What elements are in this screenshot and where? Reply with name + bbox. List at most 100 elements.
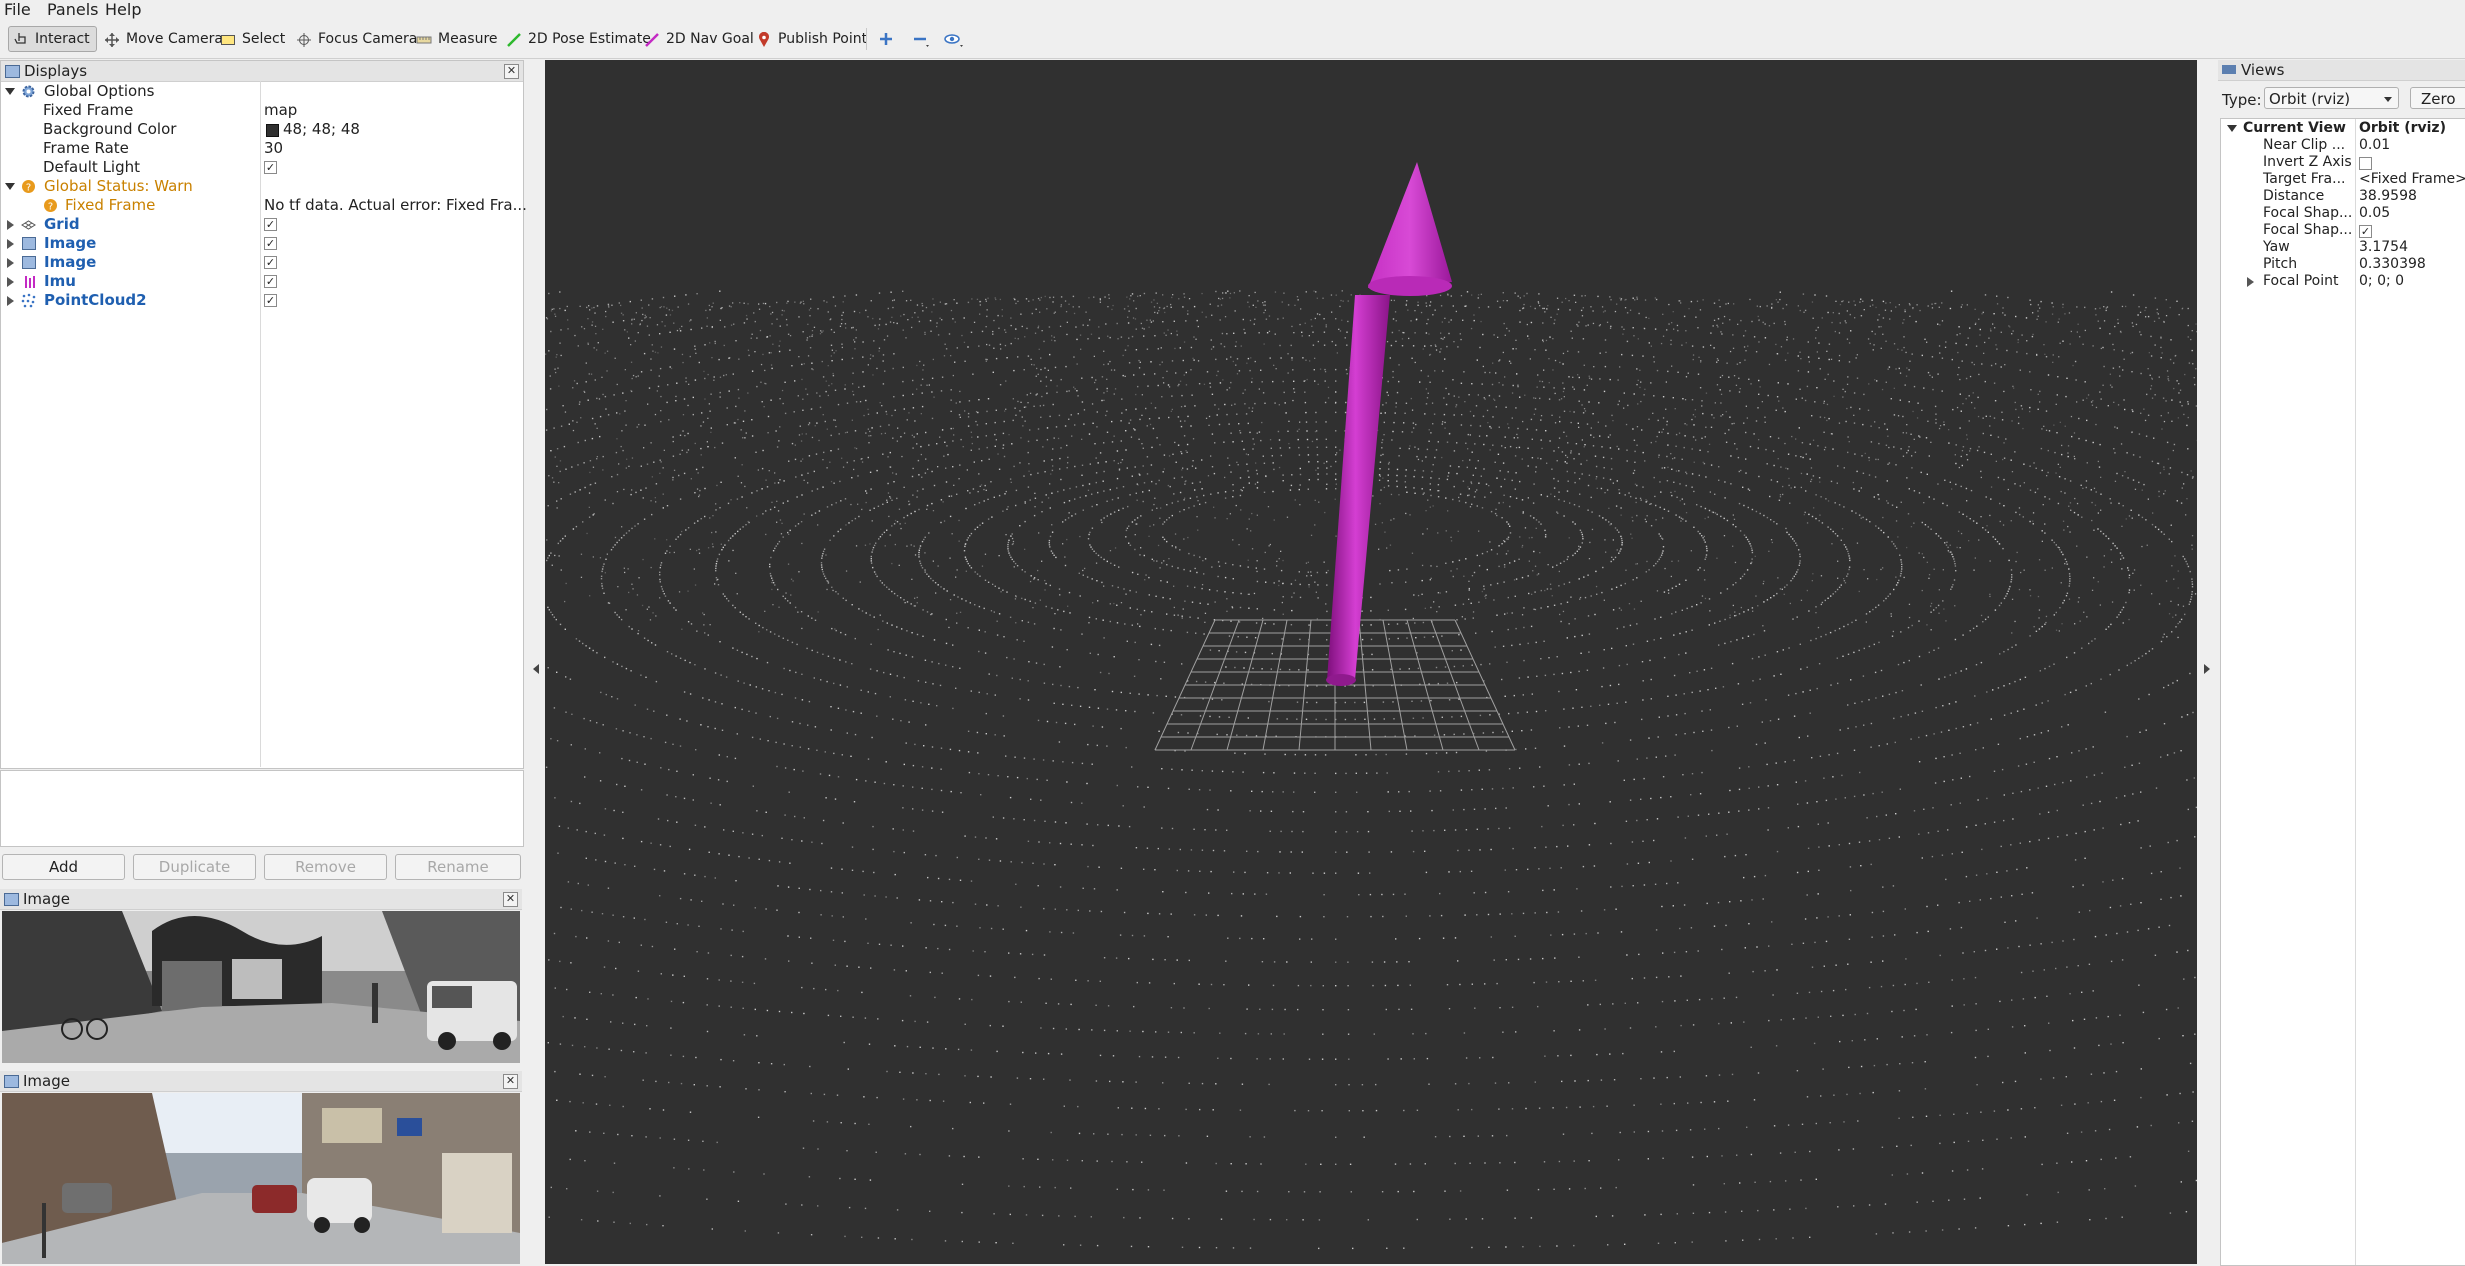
collapse-right-arrow-icon[interactable] [2204,664,2210,674]
pose-estimate-label: 2D Pose Estimate [528,26,651,52]
expand-arrow-icon[interactable] [2227,125,2237,132]
focal-shape-fixed-row[interactable]: Focal Shap... ✓ [2221,222,2465,239]
display-item-image-2[interactable]: Image ✓ [1,253,521,272]
display-item-grid[interactable]: Grid ✓ [1,215,521,234]
nav-goal-tool-button[interactable]: 2D Nav Goal [640,26,760,52]
3d-render-viewport[interactable] [545,60,2197,1264]
collapsed-arrow-icon[interactable] [7,296,14,306]
views-title: Views [2241,60,2284,80]
background-color-value[interactable]: 48; 48; 48 [283,120,360,139]
focal-point-row[interactable]: Focal Point 0; 0; 0 [2221,273,2465,290]
invert-z-axis-checkbox[interactable] [2359,157,2372,170]
focal-shape-fixed-checkbox[interactable]: ✓ [2359,225,2372,238]
crosshair-icon [296,31,312,47]
frame-rate-value[interactable]: 30 [264,139,283,158]
close-displays-button[interactable]: ✕ [504,64,519,79]
focal-point-value[interactable]: 0; 0; 0 [2359,273,2404,290]
left-dock-handle[interactable] [529,60,545,1264]
pointcloud2-checkbox[interactable]: ✓ [264,294,277,307]
move-camera-tool-button[interactable]: Move Camera [100,26,229,52]
add-tool-plus-icon[interactable] [878,31,894,51]
display-item-imu[interactable]: Imu ✓ [1,272,521,291]
global-status-row[interactable]: ? Global Status: Warn [1,177,521,196]
interact-tool-button[interactable]: Interact [8,26,97,52]
focus-camera-tool-button[interactable]: Focus Camera [292,26,423,52]
remove-display-button[interactable]: Remove [264,854,387,880]
hand-pointer-icon [13,31,29,47]
distance-value[interactable]: 38.9598 [2359,188,2417,205]
close-image-panel-1-button[interactable]: ✕ [503,892,518,907]
duplicate-display-button[interactable]: Duplicate [133,854,256,880]
property-description-box [0,770,524,847]
global-options-row[interactable]: Global Options [1,82,521,101]
collapsed-arrow-icon[interactable] [7,258,14,268]
display-item-image-1[interactable]: Image ✓ [1,234,521,253]
rename-display-button[interactable]: Rename [395,854,521,880]
view-type-dropdown[interactable]: Orbit (rviz) [2264,87,2399,109]
green-arrow-icon [506,31,522,47]
add-display-button[interactable]: Add [2,854,125,880]
menu-help[interactable]: Help [105,0,141,19]
zero-button[interactable]: Zero [2410,87,2465,109]
fixed-frame-row[interactable]: Fixed Frame map [1,101,521,120]
distance-label: Distance [2263,188,2324,205]
collapsed-arrow-icon[interactable] [7,239,14,249]
display-item-pointcloud2[interactable]: PointCloud2 ✓ [1,291,521,310]
interact-label: Interact [35,27,90,51]
invert-z-axis-row[interactable]: Invert Z Axis [2221,154,2465,171]
color-swatch[interactable] [266,124,279,137]
expand-arrow-icon[interactable] [5,88,15,95]
collapsed-arrow-icon[interactable] [7,220,14,230]
yaw-row[interactable]: Yaw 3.1754 [2221,239,2465,256]
menu-panels[interactable]: Panels [47,0,99,19]
right-dock-handle[interactable] [2199,60,2215,1264]
target-frame-row[interactable]: Target Fra... <Fixed Frame> [2221,171,2465,188]
expand-arrow-icon[interactable] [5,183,15,190]
remove-tool-minus-icon[interactable] [912,31,932,53]
magenta-arrow-icon [644,31,660,47]
image-2-checkbox[interactable]: ✓ [264,256,277,269]
near-clip-row[interactable]: Near Clip ... 0.01 [2221,137,2465,154]
eye-tool-properties-icon[interactable] [944,31,966,53]
background-color-row[interactable]: Background Color 48; 48; 48 [1,120,521,139]
status-fixed-frame-row[interactable]: ? Fixed Frame No tf data. Actual error: … [1,196,521,215]
pitch-row[interactable]: Pitch 0.330398 [2221,256,2465,273]
image-2-label: Image [44,253,96,272]
select-tool-button[interactable]: Select [216,26,291,52]
menu-bar: File Panels Help [0,0,2465,19]
grid-checkbox[interactable]: ✓ [264,218,277,231]
pitch-value[interactable]: 0.330398 [2359,256,2426,273]
image-icon [4,893,19,906]
focal-shape-size-label: Focal Shap... [2263,205,2352,222]
current-view-row[interactable]: Current View Orbit (rviz) [2221,120,2465,137]
near-clip-label: Near Clip ... [2263,137,2345,154]
menu-file[interactable]: File [4,0,31,19]
default-light-checkbox[interactable]: ✓ [264,161,277,174]
collapsed-arrow-icon[interactable] [7,277,14,287]
focus-camera-label: Focus Camera [318,26,417,52]
collapse-left-arrow-icon[interactable] [533,664,539,674]
measure-label: Measure [438,26,498,52]
fixed-frame-value[interactable]: map [264,101,297,120]
focal-shape-size-value[interactable]: 0.05 [2359,205,2390,222]
target-frame-value[interactable]: <Fixed Frame> [2359,171,2465,188]
svg-text:?: ? [26,183,31,194]
default-light-row[interactable]: Default Light ✓ [1,158,521,177]
measure-tool-button[interactable]: Measure [412,26,504,52]
collapsed-arrow-icon[interactable] [2247,277,2254,287]
distance-row[interactable]: Distance 38.9598 [2221,188,2465,205]
toolbar: Interact Move Camera Select Focus Camera… [0,20,2465,59]
yaw-value[interactable]: 3.1754 [2359,239,2408,256]
near-clip-value[interactable]: 0.01 [2359,137,2390,154]
monitor-icon [5,65,20,78]
image-1-checkbox[interactable]: ✓ [264,237,277,250]
default-light-label: Default Light [43,158,140,177]
image-panel-1-title: Image [23,889,70,909]
close-image-panel-2-button[interactable]: ✕ [503,1074,518,1089]
publish-point-tool-button[interactable]: Publish Point [752,26,873,52]
imu-checkbox[interactable]: ✓ [264,275,277,288]
focal-shape-size-row[interactable]: Focal Shap... 0.05 [2221,205,2465,222]
frame-rate-row[interactable]: Frame Rate 30 [1,139,521,158]
pose-estimate-tool-button[interactable]: 2D Pose Estimate [502,26,657,52]
frame-rate-label: Frame Rate [43,139,129,158]
